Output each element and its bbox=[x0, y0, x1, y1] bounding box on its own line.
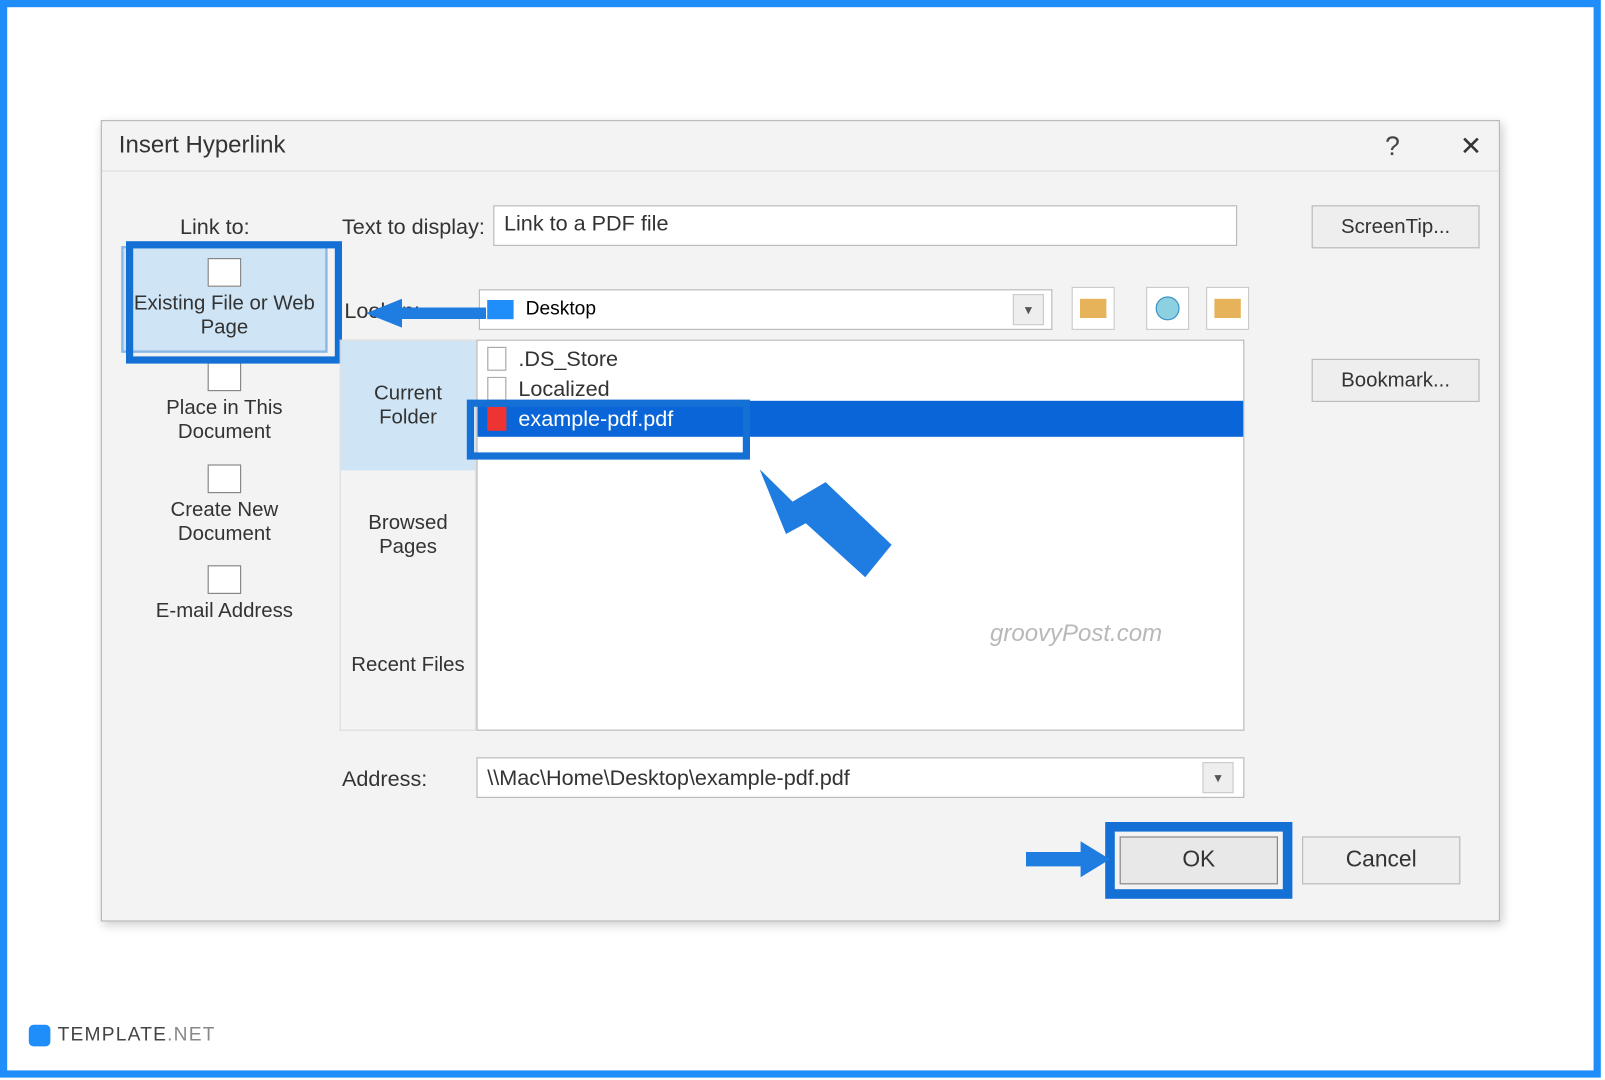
chevron-down-icon[interactable]: ▾ bbox=[1202, 762, 1233, 793]
chevron-down-icon[interactable]: ▾ bbox=[1013, 294, 1044, 325]
ok-button[interactable]: OK bbox=[1120, 836, 1278, 884]
pdf-icon bbox=[487, 407, 506, 431]
new-document-icon bbox=[208, 464, 242, 493]
link-to-create-new-document[interactable]: Create New Document bbox=[121, 454, 327, 556]
insert-hyperlink-dialog: Insert Hyperlink ? ✕ Link to: Text to di… bbox=[101, 120, 1500, 922]
address-label: Address: bbox=[342, 767, 427, 792]
file-row[interactable]: Localized bbox=[478, 377, 1244, 401]
cancel-button[interactable]: Cancel bbox=[1302, 836, 1460, 884]
watermark-text: groovyPost.com bbox=[990, 620, 1162, 648]
help-button[interactable]: ? bbox=[1385, 130, 1400, 161]
template-net-brand: TEMPLATE.NET bbox=[29, 1025, 216, 1047]
file-icon bbox=[487, 377, 506, 401]
file-row-selected[interactable]: example-pdf.pdf bbox=[478, 401, 1244, 437]
tutorial-frame: Insert Hyperlink ? ✕ Link to: Text to di… bbox=[0, 0, 1601, 1078]
tab-current-folder[interactable]: Current Folder bbox=[341, 341, 475, 471]
file-icon bbox=[487, 347, 506, 371]
globe-page-icon bbox=[208, 258, 242, 287]
folder-up-icon bbox=[1080, 299, 1106, 318]
link-to-label: Link to: bbox=[180, 215, 250, 240]
text-to-display-input[interactable]: Link to a PDF file bbox=[493, 205, 1237, 246]
bookmark-button[interactable]: Bookmark... bbox=[1312, 359, 1480, 402]
address-input[interactable]: \\Mac\Home\Desktop\example-pdf.pdf ▾ bbox=[476, 757, 1244, 798]
dialog-title: Insert Hyperlink bbox=[119, 132, 286, 160]
tab-browsed-pages[interactable]: Browsed Pages bbox=[341, 470, 475, 600]
folder-icon bbox=[487, 300, 513, 319]
link-to-place-in-document[interactable]: Place in This Document bbox=[121, 353, 327, 455]
browse-file-button[interactable] bbox=[1206, 287, 1249, 330]
dialog-titlebar: Insert Hyperlink ? ✕ bbox=[102, 121, 1499, 171]
template-logo-icon bbox=[29, 1025, 51, 1047]
link-to-existing-file[interactable]: Existing File or Web Page bbox=[121, 246, 327, 353]
look-in-combo[interactable]: Desktop ▾ bbox=[479, 289, 1053, 330]
up-folder-button[interactable] bbox=[1072, 287, 1115, 330]
close-button[interactable]: ✕ bbox=[1460, 130, 1482, 161]
browse-tabs: Current Folder Browsed Pages Recent File… bbox=[340, 340, 477, 731]
screentip-button[interactable]: ScreenTip... bbox=[1312, 205, 1480, 248]
link-to-email-address[interactable]: E-mail Address bbox=[121, 556, 327, 633]
annotation-arrow-icon bbox=[1026, 841, 1110, 877]
document-bookmark-icon bbox=[208, 362, 242, 391]
tab-recent-files[interactable]: Recent Files bbox=[341, 600, 475, 730]
envelope-icon bbox=[208, 566, 242, 595]
browse-web-button[interactable] bbox=[1146, 287, 1189, 330]
folder-open-icon bbox=[1214, 299, 1240, 318]
link-to-options: Existing File or Web Page Place in This … bbox=[121, 246, 327, 633]
text-to-display-label: Text to display: bbox=[342, 215, 485, 240]
file-row[interactable]: .DS_Store bbox=[478, 341, 1244, 377]
globe-icon bbox=[1156, 296, 1180, 320]
